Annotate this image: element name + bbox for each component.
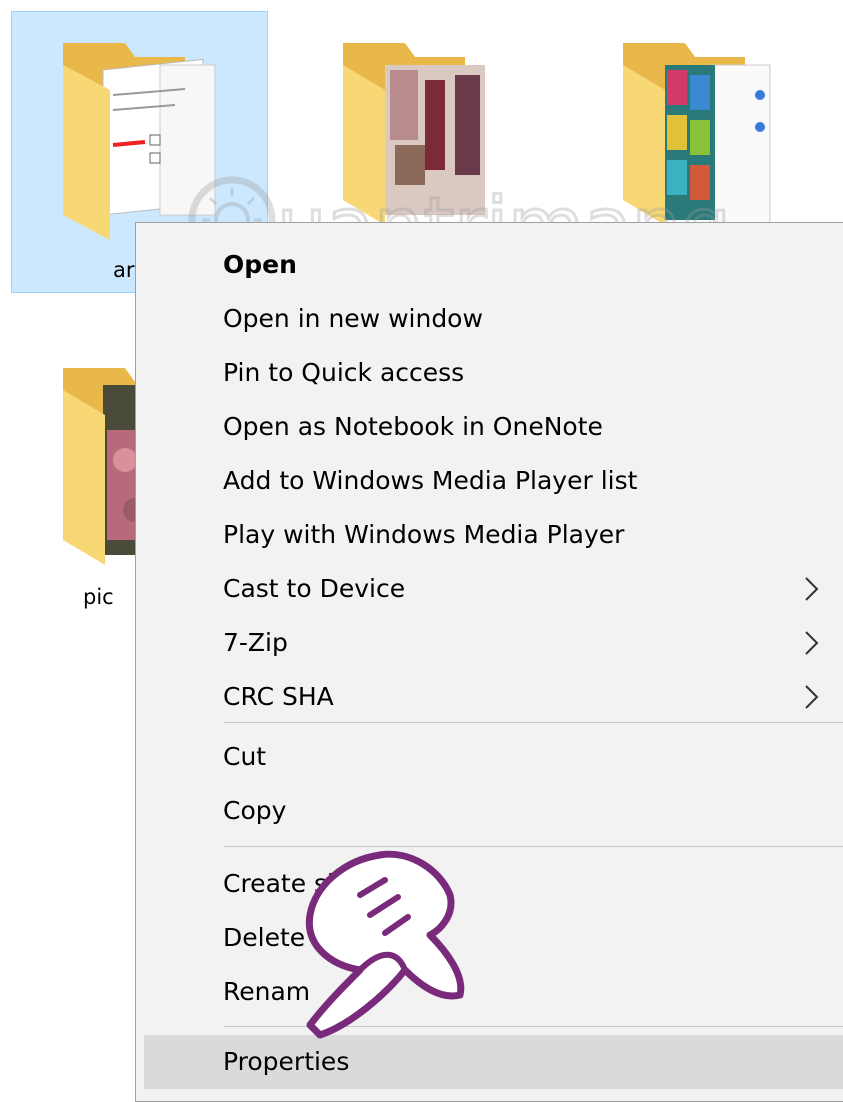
menu-item-play-wmp[interactable]: Play with Windows Media Player [136, 508, 843, 562]
menu-item-properties[interactable]: Properties [144, 1035, 843, 1089]
folder-label: pic [83, 585, 114, 609]
menu-item-label: Open in new window [223, 304, 483, 333]
menu-item-label: Delete [223, 923, 306, 952]
chevron-right-icon [805, 685, 819, 709]
menu-item-open-new-window[interactable]: Open in new window [136, 292, 843, 346]
menu-item-copy[interactable]: Copy [136, 784, 843, 838]
menu-item-label: Open as Notebook in OneNote [223, 412, 603, 441]
menu-item-label: Pin to Quick access [223, 358, 465, 387]
menu-item-label: Play with Windows Media Player [223, 520, 625, 549]
menu-separator [224, 1026, 843, 1027]
menu-item-pin-quick-access[interactable]: Pin to Quick access [136, 346, 843, 400]
menu-item-label: 7-Zip [223, 628, 288, 657]
menu-item-label: CRC SHA [223, 682, 334, 711]
menu-item-label: Cast to Device [223, 574, 406, 603]
menu-item-delete[interactable]: Delete [136, 911, 843, 965]
menu-item-crc-sha[interactable]: CRC SHA [136, 670, 843, 724]
menu-item-7zip[interactable]: 7-Zip [136, 616, 843, 670]
menu-item-add-wmp-list[interactable]: Add to Windows Media Player list [136, 454, 843, 508]
menu-item-label: Copy [223, 796, 287, 825]
menu-item-create-shortcut[interactable]: Create sh [136, 857, 843, 911]
folder-colors-icon[interactable] [615, 35, 771, 235]
menu-item-label: Create sh [223, 869, 343, 898]
menu-separator [224, 846, 843, 847]
chevron-right-icon [805, 631, 819, 655]
folder-people-icon[interactable] [335, 35, 485, 235]
menu-item-open[interactable]: Open [136, 238, 843, 292]
menu-item-rename[interactable]: Renam [136, 965, 843, 1019]
menu-item-label: Renam [223, 977, 311, 1006]
menu-item-open-onenote[interactable]: Open as Notebook in OneNote [136, 400, 843, 454]
menu-item-cut[interactable]: Cut [136, 730, 843, 784]
menu-item-label: Open [223, 250, 297, 279]
menu-separator [224, 722, 843, 723]
context-menu: Open Open in new window Pin to Quick acc… [135, 222, 843, 1102]
folder-ar-icon[interactable] [55, 35, 216, 240]
menu-item-label: Cut [223, 742, 267, 771]
folder-label: ar [113, 258, 135, 282]
menu-item-label: Properties [223, 1047, 350, 1076]
chevron-right-icon [805, 577, 819, 601]
menu-item-cast-to-device[interactable]: Cast to Device [136, 562, 843, 616]
menu-item-label: Add to Windows Media Player list [223, 466, 638, 495]
